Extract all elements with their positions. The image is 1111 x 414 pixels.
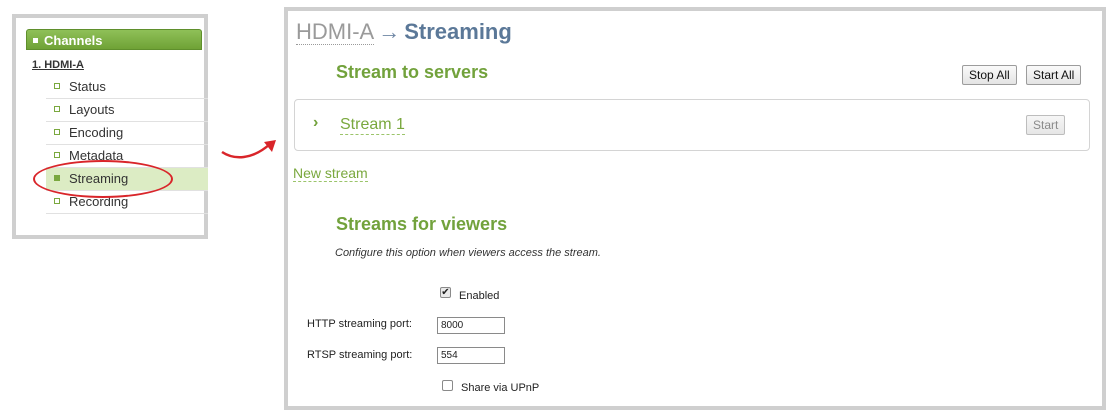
sidebar-item-label: Status bbox=[69, 79, 106, 94]
rtsp-port-label: RTSP streaming port: bbox=[307, 349, 413, 361]
upnp-label: Share via UPnP bbox=[461, 382, 540, 394]
main-panel: HDMI-A → Streaming Stream to servers Stop … bbox=[284, 7, 1106, 410]
streams-for-viewers-title: Streams for viewers bbox=[336, 214, 508, 234]
square-bullet-icon bbox=[54, 151, 60, 158]
channel-name-label[interactable]: 1. HDMI-A bbox=[32, 59, 84, 71]
curved-arrow-icon bbox=[221, 140, 276, 159]
sidebar-item-layouts[interactable]: Layouts bbox=[46, 99, 208, 122]
square-bullet-icon bbox=[54, 82, 60, 89]
arrow-right-icon: → bbox=[378, 19, 401, 44]
channels-header: Channels bbox=[26, 29, 202, 50]
chevron-right-icon[interactable]: › bbox=[313, 114, 318, 132]
viewers-description: Configure this option when viewers acces… bbox=[335, 247, 601, 259]
sidebar-item-status[interactable]: Status bbox=[46, 76, 208, 99]
rtsp-port-field[interactable]: 554 bbox=[437, 347, 505, 364]
start-all-button[interactable]: Start All bbox=[1026, 65, 1082, 85]
stop-all-button[interactable]: Stop All bbox=[962, 65, 1017, 85]
sidebar-item-label: Encoding bbox=[69, 125, 124, 140]
stream-row: › Stream 1 Start bbox=[294, 99, 1090, 151]
breadcrumb-root-link[interactable]: HDMI-A bbox=[296, 19, 375, 45]
breadcrumb: HDMI-A → Streaming bbox=[296, 19, 512, 45]
channel-link[interactable]: 1. HDMI-A bbox=[32, 59, 84, 71]
highlight-ellipse bbox=[33, 160, 173, 198]
new-stream-link[interactable]: New stream bbox=[293, 165, 368, 182]
square-bullet-icon bbox=[54, 128, 60, 135]
square-bullet-icon bbox=[54, 197, 60, 204]
stream-start-button[interactable]: Start bbox=[1026, 115, 1066, 135]
sidebar-panel: Channels 1. HDMI-A Status Layouts Encodi… bbox=[12, 14, 208, 239]
http-port-field[interactable]: 8000 bbox=[437, 317, 505, 334]
enabled-checkbox[interactable]: ✔ bbox=[440, 287, 451, 298]
sidebar-item-label: Layouts bbox=[69, 102, 115, 117]
page-title: Streaming bbox=[404, 19, 512, 44]
stream-to-servers-title: Stream to servers bbox=[336, 62, 489, 82]
stream-name-link[interactable]: Stream 1 bbox=[340, 116, 405, 135]
enabled-label: Enabled bbox=[459, 290, 500, 302]
upnp-checkbox[interactable] bbox=[442, 380, 453, 391]
square-bullet-icon bbox=[54, 105, 60, 112]
channels-header-label: Channels bbox=[44, 33, 103, 48]
http-port-label: HTTP streaming port: bbox=[307, 318, 412, 330]
square-bullet-icon bbox=[33, 38, 38, 44]
sidebar-item-encoding[interactable]: Encoding bbox=[46, 122, 208, 145]
